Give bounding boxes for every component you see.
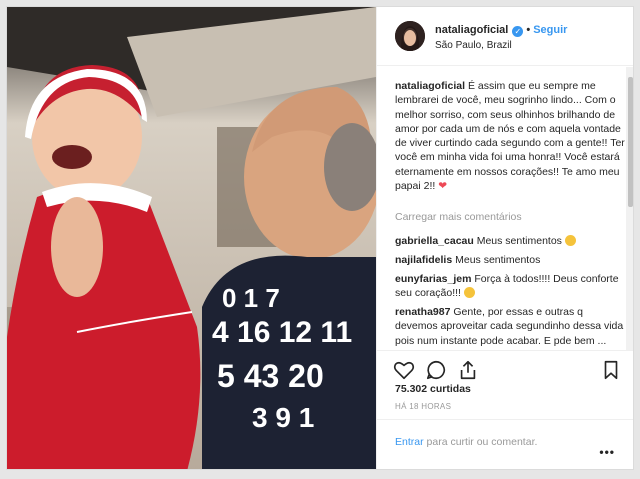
likes-count[interactable]: 75.302 curtidas [395, 383, 471, 395]
scrollbar-thumb[interactable] [628, 77, 633, 207]
svg-text:3 9 1: 3 9 1 [252, 402, 314, 433]
svg-text:4 16 12 11: 4 16 12 11 [212, 316, 352, 349]
caption-username[interactable]: nataliagoficial [395, 80, 465, 92]
sad-face-icon [564, 235, 576, 246]
post-side-panel: nataliagoficial ✓ • Seguir São Paulo, Brazi… [376, 7, 633, 469]
sad-face-icon [463, 287, 475, 299]
location-link[interactable]: São Paulo, Brazil [435, 40, 512, 51]
comment-icon[interactable] [425, 359, 447, 381]
caption: nataliagoficial É assim que eu sempre me… [395, 79, 627, 193]
follow-button[interactable]: Seguir [533, 24, 567, 36]
comment-item: eunyfarias_jem Força à todos!!!! Deus co… [395, 272, 627, 301]
comment-username[interactable]: najilafidelis [395, 254, 452, 266]
comments-section: nataliagoficial É assim que eu sempre me… [377, 67, 627, 350]
login-prompt: Entrar para curtir ou comentar. [395, 436, 537, 448]
login-link[interactable]: Entrar [395, 436, 424, 448]
login-prompt-text: para curtir ou comentar. [426, 436, 538, 448]
verified-icon: ✓ [512, 26, 524, 37]
comment-item: renatha987 Gente, por essas e outras q d… [395, 305, 627, 348]
comment-username[interactable]: gabriella_cacau [395, 235, 474, 247]
post-timestamp[interactable]: HÁ 18 HORAS [395, 402, 451, 411]
login-footer: Entrar para curtir ou comentar. ••• [377, 419, 633, 469]
bookmark-icon[interactable] [600, 359, 622, 381]
load-more-comments[interactable]: Carregar mais comentários [395, 210, 522, 224]
header-username[interactable]: nataliagoficial [435, 24, 508, 36]
action-bar [377, 350, 633, 385]
svg-text:5 43 20: 5 43 20 [217, 358, 324, 394]
comment-text: Meus sentimentos [476, 235, 562, 247]
more-options-icon[interactable]: ••• [599, 445, 615, 459]
svg-text:0 1 7: 0 1 7 [222, 283, 280, 313]
avatar[interactable] [395, 21, 425, 51]
separator-dot: • [526, 24, 531, 36]
comment-text: Meus sentimentos [455, 254, 541, 266]
comment-username[interactable]: renatha987 [395, 306, 450, 318]
caption-text: É assim que eu sempre me lembrarei de vo… [395, 80, 625, 193]
comment-item: gabriella_cacau Meus sentimentos [395, 234, 627, 248]
post-dialog: 0 1 7 4 16 12 11 5 43 20 3 9 1 nataliago… [6, 6, 634, 470]
avatar-image [395, 21, 425, 51]
heart-icon[interactable] [393, 359, 415, 381]
comment-username[interactable]: eunyfarias_jem [395, 273, 471, 285]
post-header: nataliagoficial ✓ • Seguir São Paulo, Brazi… [377, 7, 633, 66]
post-photo[interactable]: 0 1 7 4 16 12 11 5 43 20 3 9 1 [7, 7, 376, 469]
comments-scrollbar[interactable] [626, 67, 633, 350]
red-heart-icon: ❤ [438, 180, 448, 193]
comment-item: najilafidelis Meus sentimentos [395, 253, 627, 267]
share-icon[interactable] [457, 359, 479, 381]
post-photo-image: 0 1 7 4 16 12 11 5 43 20 3 9 1 [7, 7, 376, 469]
